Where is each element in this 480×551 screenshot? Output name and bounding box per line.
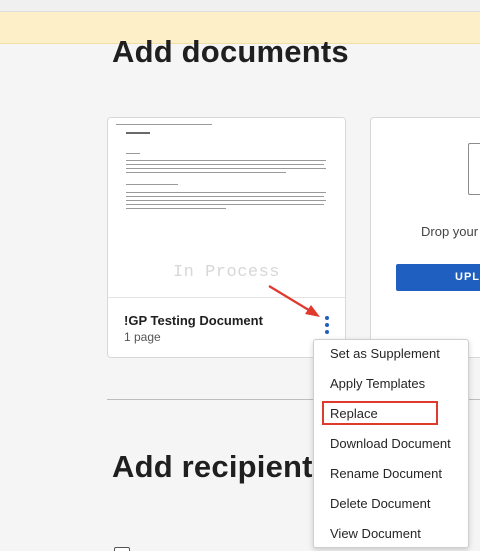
upload-dropzone[interactable]: Drop your UPL: [370, 117, 480, 358]
document-thumbnail[interactable]: In Process: [108, 118, 345, 298]
replace-highlight-box: [322, 401, 438, 425]
add-recipients-title: Add recipient: [112, 449, 313, 484]
in-process-watermark: In Process: [172, 263, 281, 282]
more-options-icon[interactable]: [318, 314, 336, 336]
menu-item-set-as-supplement[interactable]: Set as Supplement: [314, 340, 470, 370]
menu-item-view-document[interactable]: View Document: [314, 520, 470, 550]
upload-button[interactable]: UPL: [396, 264, 480, 291]
menu-item-rename-document[interactable]: Rename Document: [314, 460, 470, 490]
menu-item-apply-templates[interactable]: Apply Templates: [314, 370, 470, 400]
document-name: !GP Testing Document: [124, 313, 263, 328]
browser-topbar: [0, 0, 480, 12]
document-context-menu: Set as Supplement Apply Templates Replac…: [313, 339, 469, 548]
menu-item-download-document[interactable]: Download Document: [314, 430, 470, 460]
recipient-checkbox[interactable]: [114, 547, 130, 551]
drop-files-text: Drop your: [421, 224, 479, 239]
add-documents-title: Add documents: [112, 34, 349, 69]
document-page-count: 1 page: [124, 330, 161, 344]
document-card[interactable]: In Process !GP Testing Document 1 page: [107, 117, 346, 358]
document-upload-icon: [468, 143, 480, 195]
menu-item-delete-document[interactable]: Delete Document: [314, 490, 470, 520]
